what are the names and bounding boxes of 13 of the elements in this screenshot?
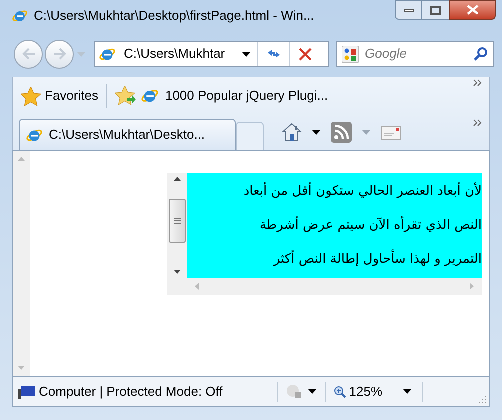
search-input[interactable]: Google xyxy=(365,44,468,64)
address-text: C:\Users\Mukhtar xyxy=(124,45,226,64)
window-title: C:\Users\Mukhtar\Desktop\firstPage.html - Win... xyxy=(34,6,314,25)
favorite-link[interactable]: 1000 Popular jQuery Plugi... xyxy=(141,86,328,106)
zoom-button[interactable]: 125% xyxy=(326,382,389,402)
text-line: النص الذي تقرأه الآن سيتم عرض أشرطة xyxy=(258,215,482,235)
favorites-button[interactable]: Favorites xyxy=(21,86,98,106)
address-field[interactable]: C:\Users\Mukhtar xyxy=(94,41,329,67)
text-line: لأن أبعاد العنصر الحالي ستكون أقل من أبعاد xyxy=(242,181,482,201)
browser-tab[interactable]: C:\Users\Mukhtar\Deskto... xyxy=(19,119,236,150)
search-field[interactable]: Google xyxy=(336,41,494,67)
text-line: التمرير و لهذا سأحاول إطالة النص أكثر xyxy=(187,243,482,277)
status-text: Computer | Protected Mode: Off xyxy=(39,382,223,401)
